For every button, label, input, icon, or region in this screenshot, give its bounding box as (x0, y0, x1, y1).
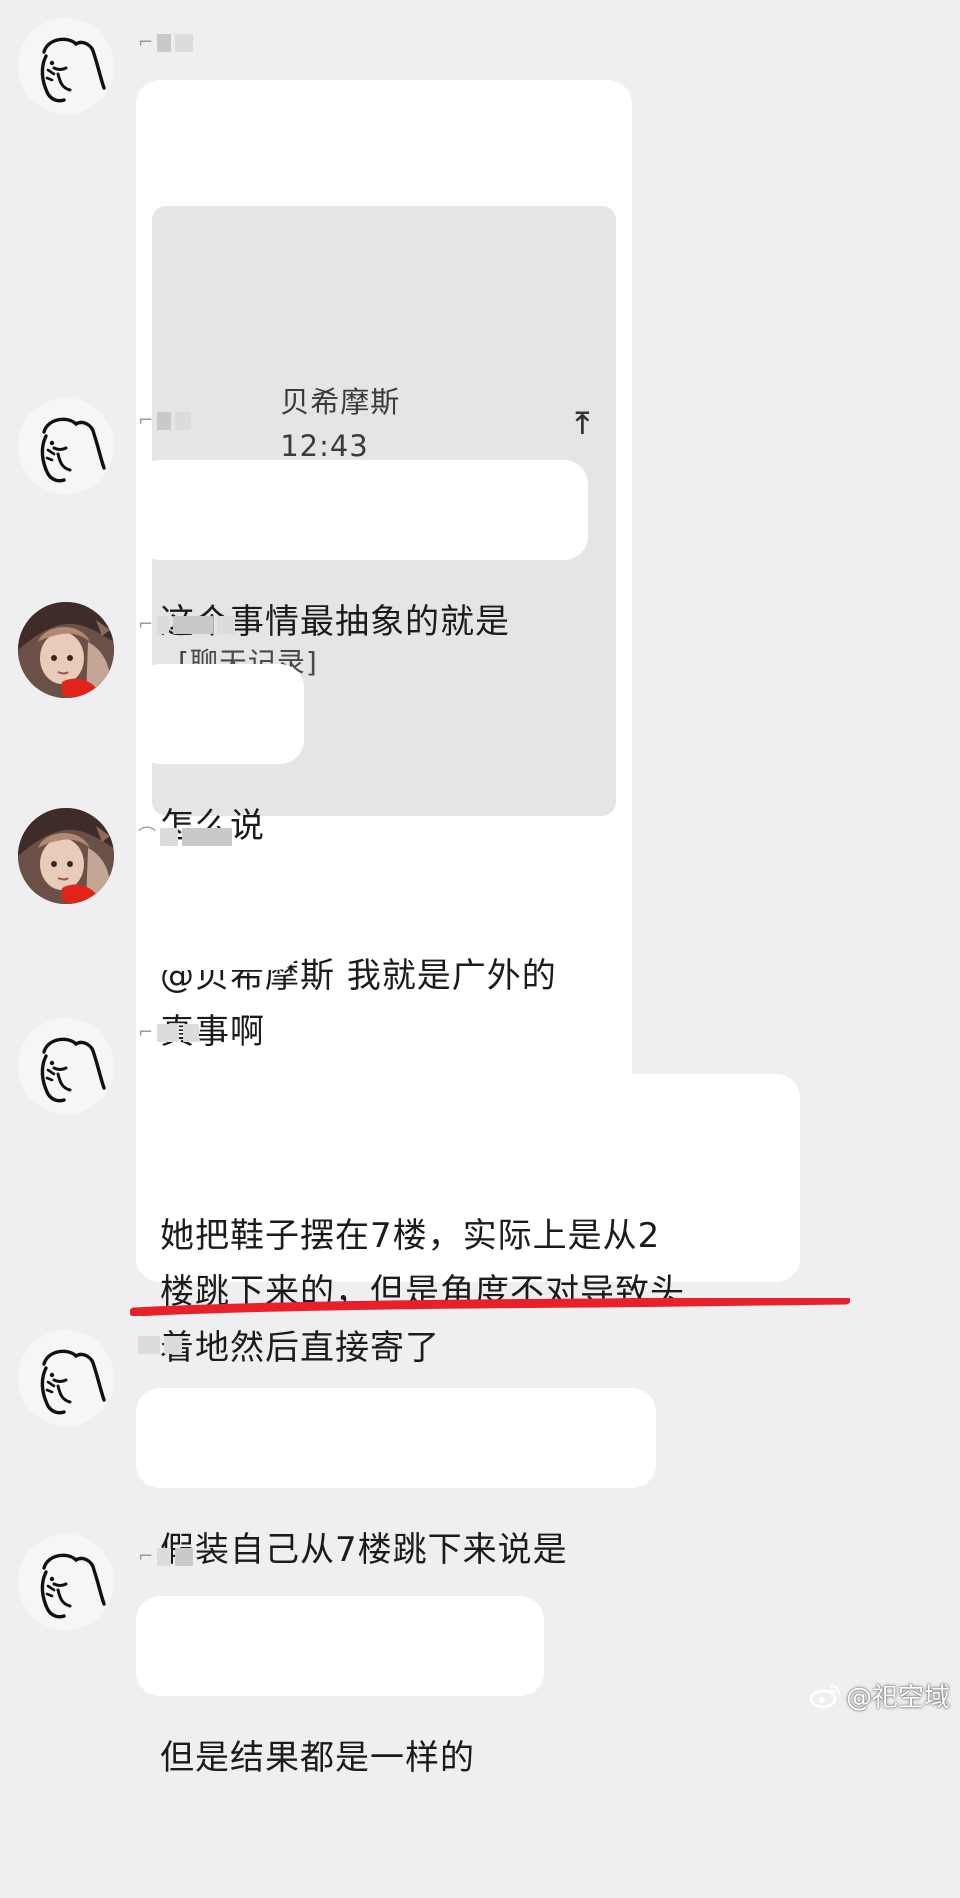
doodle-face-icon (18, 1534, 114, 1630)
message-bubble[interactable]: 她把鞋子摆在7楼，实际上是从2 楼跳下来的，但是角度不对导致头 着地然后直接寄了 (136, 1074, 800, 1368)
message-text: 但是结果都是一样的 (160, 1738, 475, 1778)
quote-sender: 贝希摩斯 (280, 385, 401, 419)
watermark-text: @祀空域 (845, 1683, 950, 1713)
arrow-up-icon[interactable]: ⤒ (576, 409, 590, 439)
message-bubble[interactable]: 怎么说 (136, 664, 304, 846)
sender-name: ⌐ (138, 1022, 200, 1044)
doodle-face-icon (18, 18, 114, 114)
message-bubble[interactable]: 真事啊 (136, 870, 300, 1052)
message-text: 假装自己从7楼跳下来说是 (160, 1530, 568, 1570)
sender-name: ⌐ (138, 32, 194, 54)
quote-time: 12:43 (280, 429, 369, 463)
doodle-face-icon (18, 398, 114, 494)
doodle-face-icon (18, 1018, 114, 1114)
avatar[interactable] (18, 602, 114, 698)
doodle-face-icon (18, 1330, 114, 1426)
avatar[interactable] (18, 18, 114, 114)
sender-name: ⌒ (138, 826, 232, 848)
avatar[interactable] (18, 1018, 114, 1114)
avatar[interactable] (18, 1534, 114, 1630)
message-bubble[interactable]: 但是结果都是一样的 (136, 1596, 544, 1778)
avatar[interactable] (18, 1330, 114, 1426)
sender-name (138, 1334, 182, 1356)
sender-name: ⌐ (138, 410, 192, 432)
sender-name: ⌐ (138, 1546, 194, 1568)
watermark: @祀空域 (808, 1677, 950, 1714)
message-bubble[interactable]: 假装自己从7楼跳下来说是 (136, 1388, 656, 1570)
weibo-logo-icon (809, 1684, 841, 1708)
message-text: 她把鞋子摆在7楼，实际上是从2 楼跳下来的，但是角度不对导致头 着地然后直接寄了 (160, 1216, 685, 1368)
avatar[interactable] (18, 808, 114, 904)
message-bubble[interactable]: 这个事情最抽象的就是 (136, 460, 588, 642)
avatar[interactable] (18, 398, 114, 494)
anime-girl-avatar (18, 602, 114, 698)
anime-girl-avatar (18, 808, 114, 904)
red-underline-annotation (130, 1298, 850, 1316)
sender-name: ⌐ (138, 614, 236, 636)
